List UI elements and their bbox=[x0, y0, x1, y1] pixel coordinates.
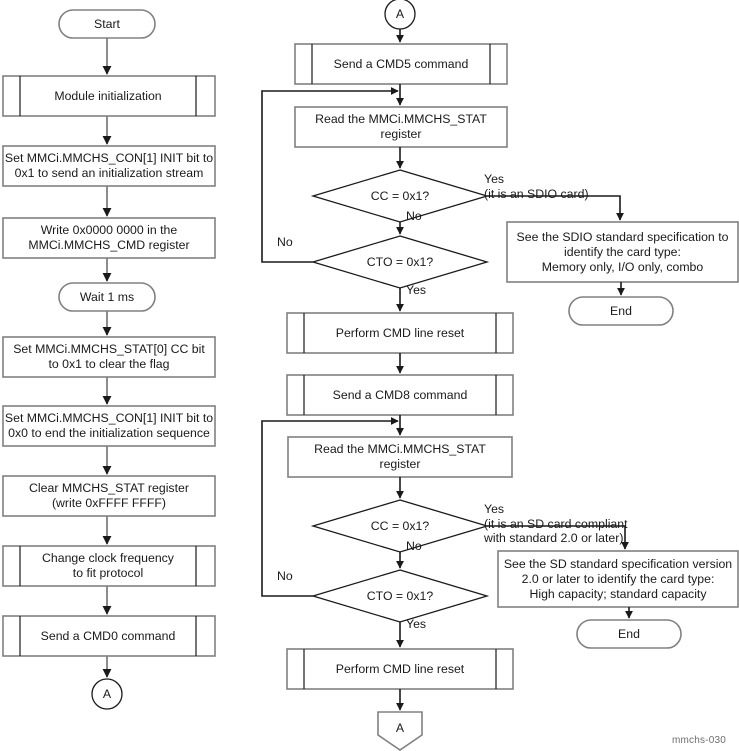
label-connector-a-out: A bbox=[102, 687, 112, 701]
shape-end-1 bbox=[568, 296, 674, 326]
shape-clear-stat-reg bbox=[2, 475, 216, 517]
shape-sdio-spec-box bbox=[506, 221, 739, 283]
shape-send-cmd0 bbox=[2, 615, 216, 657]
shape-cto-decision-2 bbox=[310, 569, 490, 623]
shape-start bbox=[58, 9, 156, 39]
edge-label-cto2-yes: Yes bbox=[406, 617, 427, 631]
edge-label-cc2-yes: Yes (it is an SD card compliant with sta… bbox=[484, 502, 628, 545]
edge-label-cto2-no: No bbox=[277, 569, 293, 583]
shape-read-stat-1 bbox=[294, 106, 508, 148]
shape-wait-1ms bbox=[58, 282, 156, 312]
edge-label-cc2-no: No bbox=[406, 539, 422, 553]
shape-cc-decision-1 bbox=[310, 169, 490, 223]
edge-label-cc1-no: No bbox=[406, 209, 422, 223]
shape-end-2 bbox=[576, 619, 682, 649]
shape-module-init bbox=[2, 75, 216, 117]
shape-read-stat-2 bbox=[287, 436, 513, 478]
shape-send-cmd8 bbox=[286, 374, 514, 416]
shape-cmd-line-reset-2 bbox=[286, 648, 514, 690]
shape-cmd-line-reset-1 bbox=[286, 312, 514, 354]
diagram-id-footer: mmchs-030 bbox=[672, 735, 727, 746]
shape-cc-decision-2 bbox=[310, 499, 490, 553]
edge-label-cc1-yes: Yes (it is an SDIO card) bbox=[484, 172, 589, 201]
shape-sd-spec-box bbox=[497, 550, 739, 608]
shape-change-clock bbox=[2, 545, 216, 587]
shape-set-init-bit-1 bbox=[2, 145, 216, 187]
shape-send-cmd5 bbox=[294, 43, 508, 85]
label-connector-a-in: A bbox=[395, 7, 405, 21]
edge-label-cto1-no: No bbox=[277, 235, 293, 249]
shape-write-cmd-reg bbox=[2, 217, 216, 259]
shape-clear-cc-flag bbox=[2, 336, 216, 378]
edge-label-cto1-yes: Yes bbox=[406, 283, 427, 297]
flowchart-canvas bbox=[2, 0, 739, 751]
shape-cto-decision-1 bbox=[310, 235, 490, 289]
label-connector-a-bottom: A bbox=[395, 721, 405, 735]
shape-set-init-bit-0 bbox=[2, 405, 216, 447]
